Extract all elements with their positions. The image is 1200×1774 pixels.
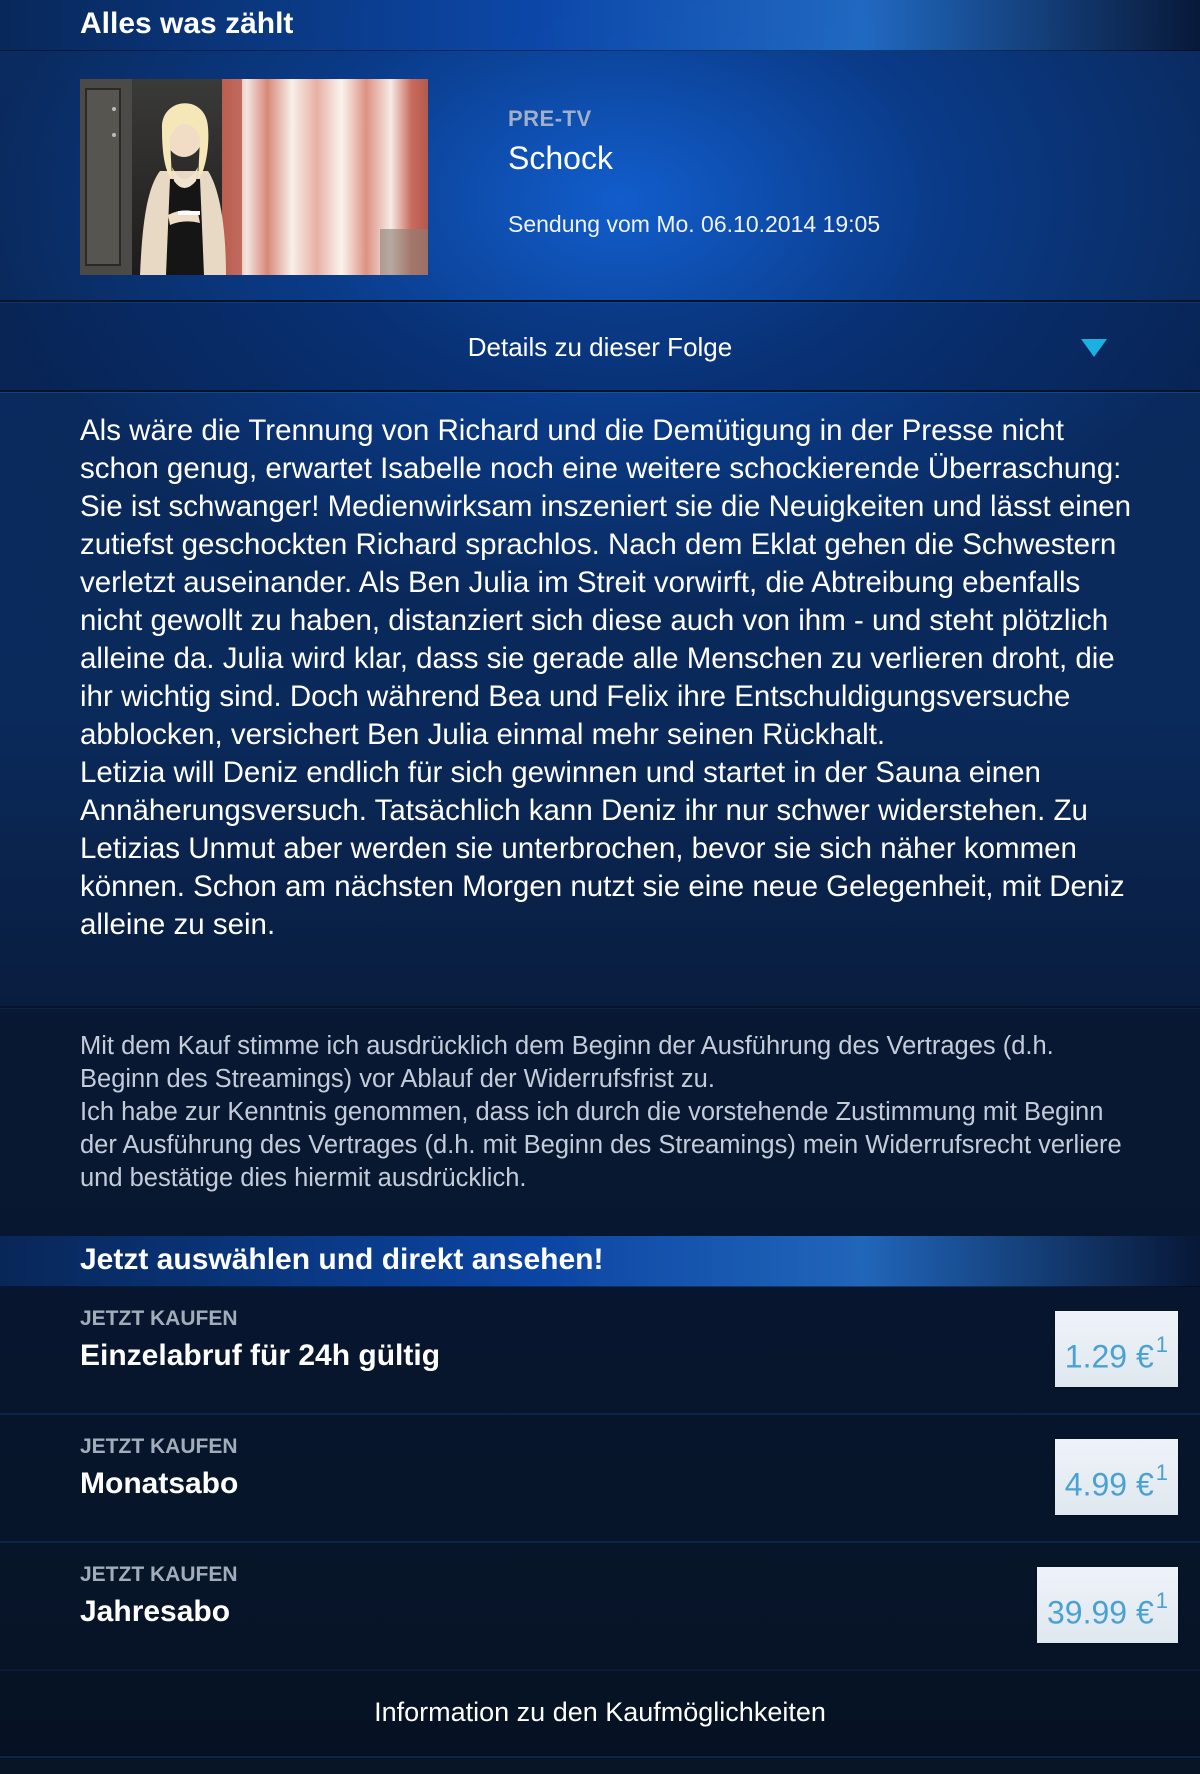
show-title-bar: Alles was zählt	[0, 0, 1200, 51]
offer-kicker: JETZT KAUFEN	[80, 1563, 238, 1586]
divider	[0, 1756, 1200, 1758]
price-button-yearly[interactable]: 39.99 €1	[1036, 1567, 1178, 1643]
price-button-single[interactable]: 1.29 €1	[1054, 1311, 1178, 1387]
thumbnail-image	[80, 79, 428, 275]
offer-row-single[interactable]: JETZT KAUFEN Einzelabruf für 24h gültig …	[0, 1287, 1200, 1415]
episode-detail-page: Alles was zählt PRE-TV Schock Sendung vo…	[0, 0, 1200, 1774]
divider	[0, 390, 1200, 392]
price-button-monthly[interactable]: 4.99 €1	[1054, 1439, 1178, 1515]
offer-row-yearly[interactable]: JETZT KAUFEN Jahresabo 39.99 €1	[0, 1543, 1200, 1671]
offer-kicker: JETZT KAUFEN	[80, 1435, 238, 1458]
episode-air-date: Sendung vom Mo. 06.10.2014 19:05	[508, 211, 881, 237]
purchase-info-link[interactable]: Information zu den Kaufmöglichkeiten	[0, 1668, 1200, 1756]
episode-title: Schock	[508, 140, 613, 176]
price-value: 4.99 €	[1064, 1466, 1154, 1503]
price-footnote: 1	[1155, 1588, 1168, 1613]
offer-name: Monatsabo	[80, 1467, 239, 1500]
details-toggle-label: Details zu dieser Folge	[467, 332, 733, 362]
triangle-down-icon[interactable]	[1080, 338, 1108, 358]
offer-row-monthly[interactable]: JETZT KAUFEN Monatsabo 4.99 €1	[0, 1415, 1200, 1543]
show-title: Alles was zählt	[80, 7, 294, 40]
price-value: 1.29 €	[1064, 1338, 1154, 1375]
legal-notice: Mit dem Kauf stimme ich ausdrücklich dem…	[0, 1008, 1200, 1236]
price-footnote: 1	[1155, 1460, 1168, 1485]
episode-synopsis: Als wäre die Trennung von Richard und di…	[80, 414, 1132, 941]
episode-category: PRE-TV	[508, 106, 592, 131]
price-footnote: 1	[1155, 1332, 1168, 1357]
offers-title: Jetzt auswählen und direkt ansehen!	[80, 1243, 604, 1276]
episode-header: PRE-TV Schock Sendung vom Mo. 06.10.2014…	[0, 50, 1200, 300]
details-toggle[interactable]: Details zu dieser Folge	[0, 302, 1200, 390]
price-value: 39.99 €	[1046, 1594, 1154, 1631]
offer-name: Jahresabo	[80, 1595, 231, 1628]
offers-title-bar: Jetzt auswählen und direkt ansehen!	[0, 1236, 1200, 1287]
episode-meta: PRE-TV Schock Sendung vom Mo. 06.10.2014…	[508, 106, 880, 238]
offer-kicker: JETZT KAUFEN	[80, 1307, 238, 1330]
episode-thumbnail[interactable]	[80, 79, 428, 275]
offer-name: Einzelabruf für 24h gültig	[80, 1339, 441, 1372]
offer-list: JETZT KAUFEN Einzelabruf für 24h gültig …	[0, 1287, 1200, 1671]
legal-notice-text: Mit dem Kauf stimme ich ausdrücklich dem…	[80, 1032, 1122, 1192]
